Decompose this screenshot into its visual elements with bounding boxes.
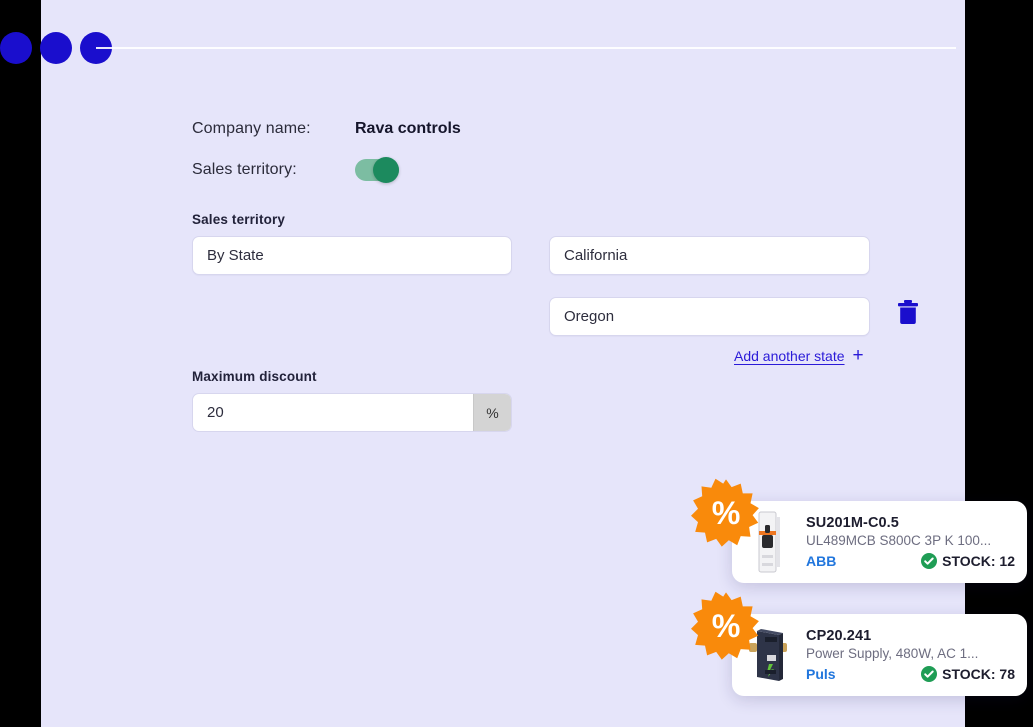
product-description: Power Supply, 480W, AC 1... [806, 646, 979, 661]
product-description: UL489MCB S800C 3P K 100... [806, 533, 992, 548]
window-dot-1[interactable] [0, 32, 32, 64]
product-info: CP20.241 Power Supply, 480W, AC 1... Pul… [794, 628, 1015, 682]
app-root: Company name: Rava controls Sales territ… [0, 0, 1033, 727]
product-stock: STOCK: 12 [921, 553, 1015, 569]
product-card-list: % SU201M-C0.5 UL489MCB S800C 3P K 100... [0, 0, 1033, 727]
product-stock-label: STOCK: 78 [942, 666, 1015, 682]
product-card[interactable]: CP20.241 Power Supply, 480W, AC 1... Pul… [732, 614, 1027, 696]
product-brand[interactable]: Puls [806, 666, 836, 682]
percent-discount-badge: % [691, 478, 761, 548]
percent-discount-badge-svg: % [691, 478, 759, 547]
percent-symbol: % [712, 495, 741, 531]
product-footer: Puls STOCK: 78 [806, 666, 1015, 682]
percent-symbol: % [712, 608, 741, 644]
product-info: SU201M-C0.5 UL489MCB S800C 3P K 100... A… [794, 515, 1015, 569]
header-divider [96, 47, 956, 49]
product-card[interactable]: SU201M-C0.5 UL489MCB S800C 3P K 100... A… [732, 501, 1027, 583]
product-footer: ABB STOCK: 12 [806, 553, 1015, 569]
check-circle-icon [921, 666, 938, 682]
check-circle-icon [921, 553, 938, 569]
product-title: CP20.241 [806, 628, 872, 644]
product-title: SU201M-C0.5 [806, 515, 899, 531]
percent-discount-badge-svg: % [691, 591, 759, 660]
percent-discount-badge: % [691, 591, 761, 661]
product-stock-label: STOCK: 12 [942, 553, 1015, 569]
product-stock: STOCK: 78 [921, 666, 1015, 682]
product-brand[interactable]: ABB [806, 553, 836, 569]
window-dot-2[interactable] [40, 32, 72, 64]
